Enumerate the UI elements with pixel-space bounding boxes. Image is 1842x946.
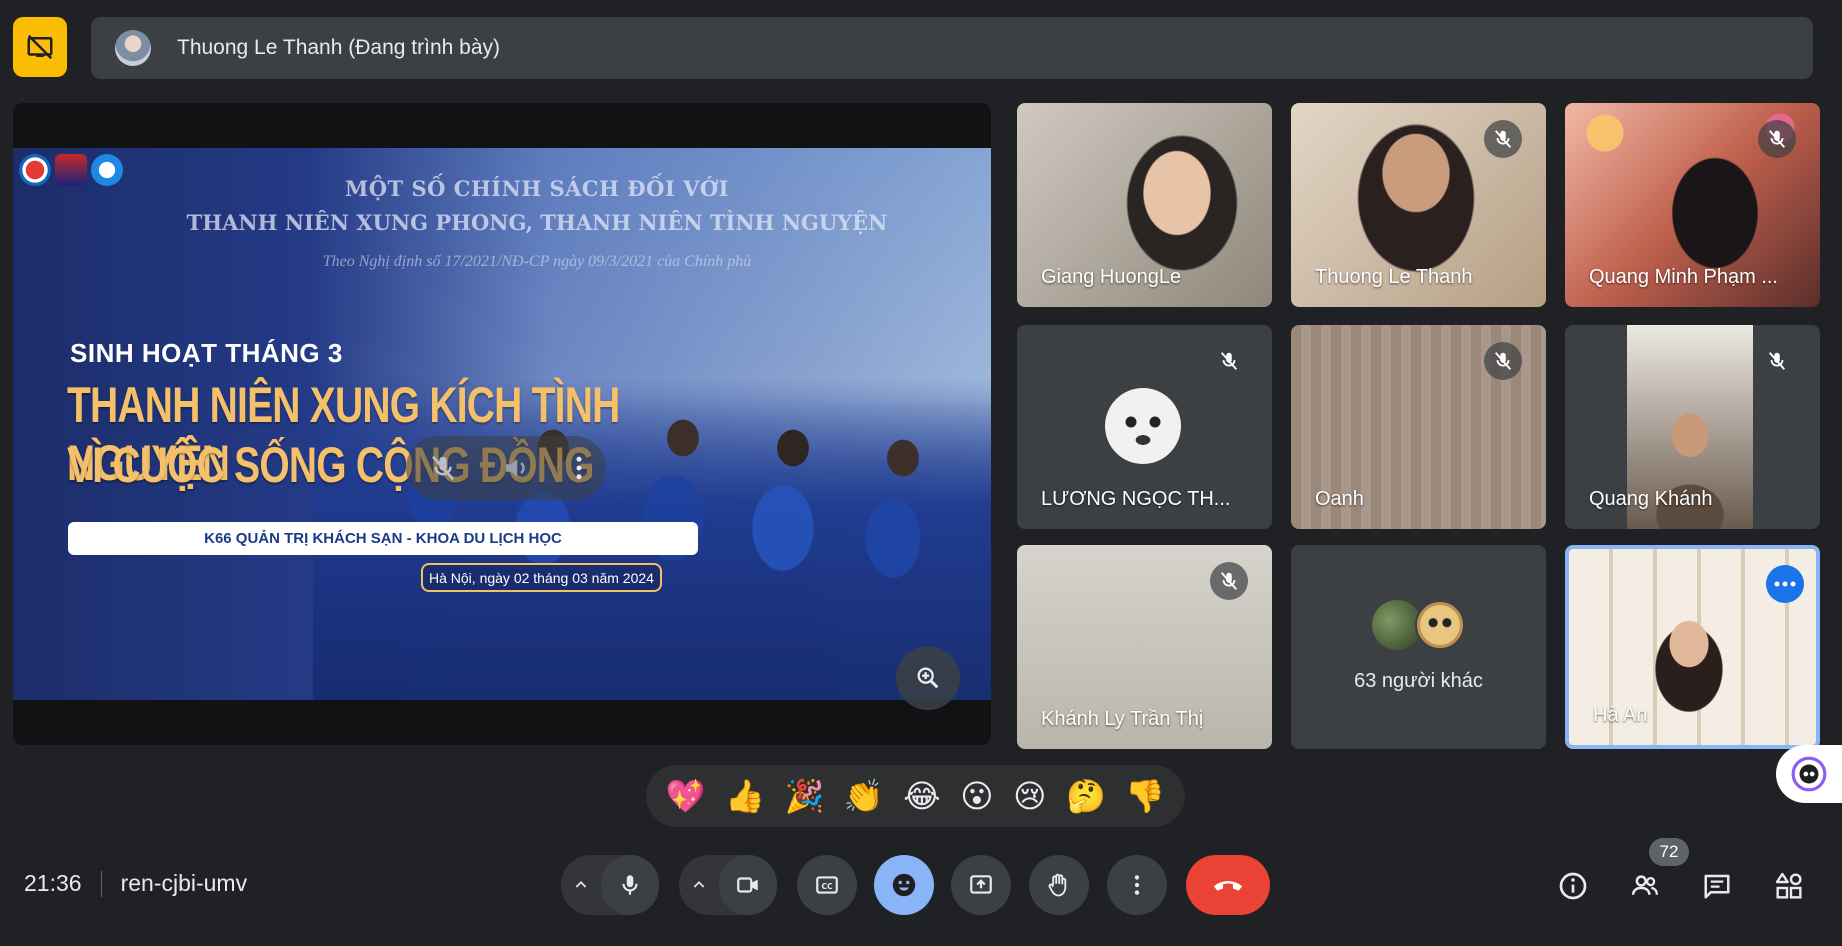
info-icon: [1557, 870, 1589, 902]
closed-captions-icon: CC: [813, 872, 841, 898]
participant-avatar: [1105, 388, 1181, 464]
reaction-thinking[interactable]: 🤔: [1066, 780, 1106, 812]
mic-off-indicator: [1210, 342, 1248, 380]
others-tile[interactable]: 63 người khác: [1291, 545, 1546, 749]
slide-band: K66 QUẢN TRỊ KHÁCH SẠN - KHOA DU LỊCH HỌ…: [68, 522, 698, 555]
reaction-thumbs-up[interactable]: 👍: [725, 780, 765, 812]
hand-icon: [1045, 871, 1073, 899]
zoom-in-icon: [914, 664, 942, 692]
more-vertical-icon: [1133, 872, 1141, 898]
mic-off-indicator: [1758, 342, 1796, 380]
companion-button[interactable]: [1776, 745, 1842, 803]
meeting-code[interactable]: ren-cjbi-umv: [121, 870, 248, 897]
present-off-icon: [25, 32, 55, 62]
mic-off-icon: [1766, 128, 1788, 150]
meeting-time: 21:36: [24, 870, 82, 896]
participant-tile[interactable]: Giang HuongLe: [1017, 103, 1272, 307]
hang-up-icon: [1211, 875, 1245, 895]
mic-off-indicator: [1210, 562, 1248, 600]
participant-name: Hà An: [1593, 704, 1648, 726]
reaction-laugh[interactable]: 😂: [903, 780, 940, 812]
emoji-icon: [889, 870, 919, 900]
mic-off-indicator: [1484, 120, 1522, 158]
svg-text:CC: CC: [821, 882, 833, 891]
participant-tile[interactable]: Oanh: [1291, 325, 1546, 529]
captions-button[interactable]: CC: [797, 855, 857, 915]
others-avatar-2: [1415, 600, 1465, 650]
meeting-info: 21:36 ren-cjbi-umv: [24, 870, 247, 897]
reaction-sad[interactable]: 😢: [1013, 780, 1046, 812]
participant-tile[interactable]: LƯƠNG NGỌC TH...: [1017, 325, 1272, 529]
raise-hand-button[interactable]: [1029, 855, 1089, 915]
participant-tile[interactable]: Khánh Ly Trần Thị: [1017, 545, 1272, 749]
mic-button[interactable]: [601, 855, 659, 915]
stop-presenting-button[interactable]: [13, 17, 67, 77]
presentation-hover-controls: [406, 436, 606, 500]
participant-name: Khánh Ly Trần Thị: [1041, 708, 1204, 730]
volume-icon[interactable]: [501, 453, 531, 483]
slide-heading-1: MỘT SỐ CHÍNH SÁCH ĐỐI VỚI: [345, 176, 729, 201]
presentation-slide: MỘT SỐ CHÍNH SÁCH ĐỐI VỚI THANH NIÊN XUN…: [13, 148, 991, 700]
reaction-surprised[interactable]: 😮: [960, 780, 993, 812]
more-options-icon[interactable]: [574, 453, 584, 483]
participant-name: Oanh: [1315, 488, 1364, 510]
chat-icon: [1701, 871, 1733, 901]
present-button[interactable]: [951, 855, 1011, 915]
meeting-details-button[interactable]: [1549, 862, 1597, 910]
participant-tile[interactable]: Quang Khánh: [1565, 325, 1820, 529]
companion-icon: [1790, 755, 1828, 793]
slide-subtitle: SINH HOẠT THÁNG 3: [70, 338, 343, 368]
presenter-avatar: [115, 30, 151, 66]
zoom-button[interactable]: [896, 646, 960, 710]
divider: [100, 870, 102, 897]
camera-button[interactable]: [719, 855, 777, 915]
participant-name: Giang HuongLe: [1041, 266, 1182, 288]
slide-decree: Theo Nghị định số 17/2021/NĐ-CP ngày 09/…: [322, 253, 752, 270]
participant-name: Quang Minh Phạm ...: [1589, 266, 1778, 288]
mic-off-icon: [1492, 128, 1514, 150]
reaction-sparkling-heart[interactable]: 💖: [666, 780, 706, 812]
present-screen-icon: [967, 872, 995, 898]
mic-off-icon: [1766, 350, 1788, 372]
activities-icon: [1773, 870, 1805, 902]
more-horizontal-icon: [1774, 580, 1796, 588]
mic-icon: [617, 872, 643, 898]
mic-off-icon: [1492, 350, 1514, 372]
presenter-label: Thuong Le Thanh (Đang trình bày): [177, 36, 500, 59]
people-button[interactable]: [1621, 862, 1669, 910]
others-count: 63 người khác: [1354, 670, 1483, 692]
mute-presentation-icon[interactable]: [428, 453, 458, 483]
presentation-bar: Thuong Le Thanh (Đang trình bày): [13, 17, 1813, 79]
audio-settings-toggle[interactable]: [561, 877, 601, 893]
more-options-button[interactable]: [1107, 855, 1167, 915]
reaction-clap[interactable]: 👏: [844, 780, 884, 812]
mic-off-indicator: [1758, 120, 1796, 158]
presentation-stage[interactable]: MỘT SỐ CHÍNH SÁCH ĐỐI VỚI THANH NIÊN XUN…: [13, 103, 991, 745]
participant-name: LƯƠNG NGỌC TH...: [1041, 488, 1231, 510]
people-icon: [1628, 871, 1662, 901]
mic-off-indicator: [1484, 342, 1522, 380]
camera-control: [679, 855, 777, 915]
video-settings-toggle[interactable]: [679, 877, 719, 893]
slide-heading-2: THANH NIÊN XUNG PHONG, THANH NIÊN TÌNH N…: [186, 210, 888, 235]
participant-tile[interactable]: Thuong Le Thanh: [1291, 103, 1546, 307]
reaction-thumbs-down[interactable]: 👎: [1125, 780, 1165, 812]
chat-button[interactable]: [1693, 862, 1741, 910]
mic-off-icon: [1218, 570, 1240, 592]
reaction-party[interactable]: 🎉: [785, 780, 825, 812]
camera-icon: [734, 872, 762, 898]
participant-name: Thuong Le Thanh: [1315, 266, 1473, 288]
self-tile[interactable]: Hà An: [1565, 545, 1820, 749]
mic-off-icon: [1218, 350, 1240, 372]
leave-call-button[interactable]: [1186, 855, 1270, 915]
presenter-banner: Thuong Le Thanh (Đang trình bày): [91, 17, 1813, 79]
reactions-button[interactable]: [874, 855, 934, 915]
slide-date: Hà Nội, ngày 02 tháng 03 năm 2024: [421, 563, 662, 592]
reactions-bar: 💖 👍 🎉 👏 😂 😮 😢 🤔 👎: [646, 765, 1185, 827]
participant-name: Quang Khánh: [1589, 488, 1713, 510]
tile-options-button[interactable]: [1766, 565, 1804, 603]
mic-control: [561, 855, 659, 915]
activities-button[interactable]: [1765, 862, 1813, 910]
participant-tile[interactable]: Quang Minh Phạm ...: [1565, 103, 1820, 307]
